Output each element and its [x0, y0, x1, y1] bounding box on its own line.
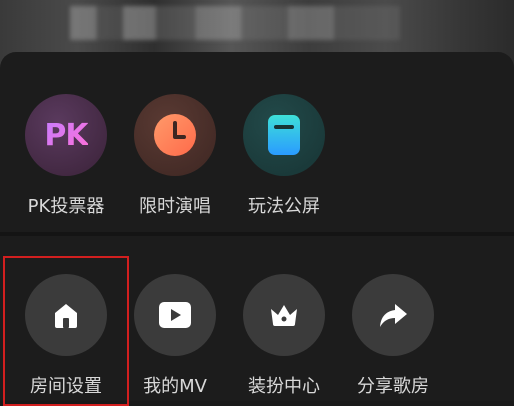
screen-icon — [243, 94, 325, 176]
game-screen-button[interactable]: 玩法公屏 — [229, 94, 339, 218]
game-screen-label: 玩法公屏 — [248, 196, 320, 217]
timer-icon — [134, 94, 216, 176]
share-icon — [352, 274, 434, 356]
timed-sing-button[interactable]: 限时演唱 — [120, 94, 230, 218]
crown-icon — [243, 274, 325, 356]
dressup-center-label: 装扮中心 — [248, 376, 320, 397]
pk-voter-label: PK投票器 — [27, 196, 105, 217]
timed-sing-label: 限时演唱 — [139, 196, 211, 217]
pk-voter-button[interactable]: PK PK投票器 — [11, 94, 121, 218]
share-room-button[interactable]: 分享歌房 — [338, 274, 448, 398]
pk-icon-text: PK — [44, 117, 88, 153]
highlight-box — [3, 256, 129, 406]
my-mv-label: 我的MV — [143, 376, 207, 397]
play-icon — [134, 274, 216, 356]
share-room-label: 分享歌房 — [357, 376, 429, 397]
dressup-center-button[interactable]: 装扮中心 — [229, 274, 339, 398]
section-divider — [0, 232, 514, 236]
mosaic-blur — [70, 6, 400, 40]
my-mv-button[interactable]: 我的MV — [120, 274, 230, 398]
pk-icon: PK — [25, 94, 107, 176]
